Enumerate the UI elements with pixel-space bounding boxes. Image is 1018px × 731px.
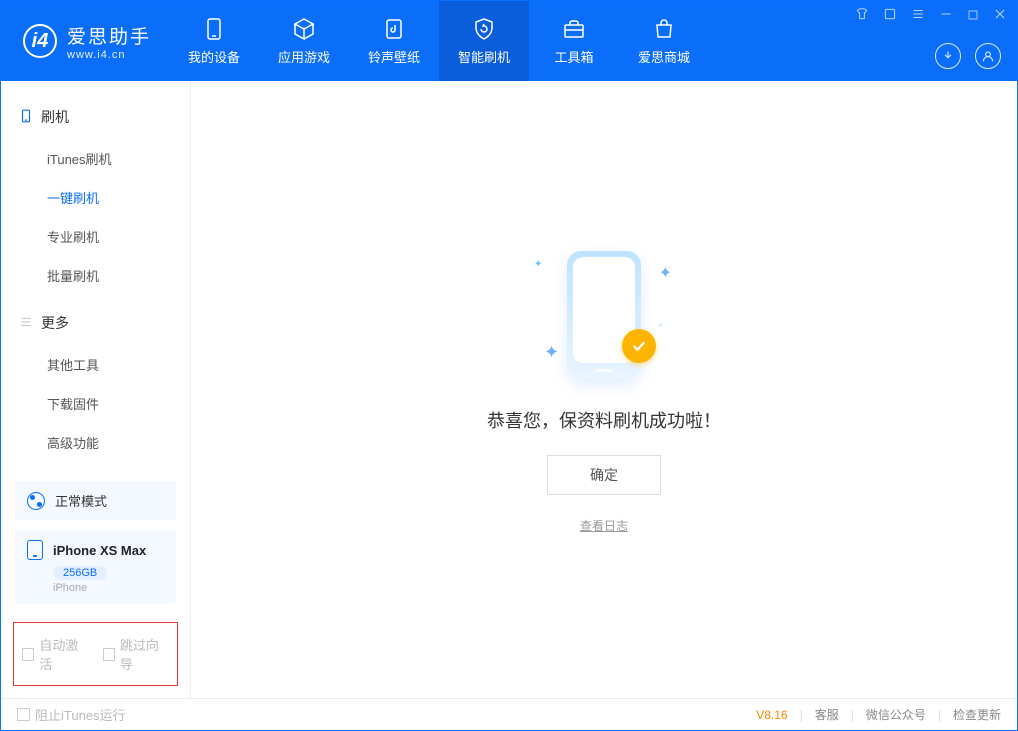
device-type: iPhone xyxy=(53,582,164,594)
music-file-icon xyxy=(382,17,406,41)
sparkle-icon: ✦ xyxy=(534,259,542,270)
version-label: V8.16 xyxy=(756,708,787,722)
close-button[interactable] xyxy=(993,7,1007,24)
update-link[interactable]: 检查更新 xyxy=(953,706,1001,723)
minimize-button[interactable] xyxy=(939,7,953,24)
storage-pill: 256GB xyxy=(53,566,107,580)
app-title: 爱思助手 xyxy=(67,22,151,49)
menu-item-itunes-flash[interactable]: iTunes刷机 xyxy=(1,139,190,178)
bottom-options: 自动激活 跳过向导 xyxy=(13,622,178,686)
sidebar-menu: 刷机 iTunes刷机 一键刷机 专业刷机 批量刷机 更多 其他工具 下载固件 … xyxy=(1,81,190,481)
menu-item-download-firmware[interactable]: 下载固件 xyxy=(1,384,190,423)
toolbox-icon xyxy=(562,17,586,41)
menu-list-flash: iTunes刷机 一键刷机 专业刷机 批量刷机 xyxy=(1,135,190,305)
device-panel: 正常模式 iPhone XS Max 256GB iPhone xyxy=(1,481,190,614)
user-icons xyxy=(935,43,1007,69)
sparkle-icon: ✦ xyxy=(657,321,664,330)
footer: 阻止iTunes运行 V8.16 | 客服 | 微信公众号 | 检查更新 xyxy=(1,698,1017,730)
footer-right: V8.16 | 客服 | 微信公众号 | 检查更新 xyxy=(756,706,1001,723)
body: 刷机 iTunes刷机 一键刷机 专业刷机 批量刷机 更多 其他工具 下载固件 … xyxy=(1,81,1017,698)
logo-icon: i4 xyxy=(23,24,57,58)
mode-card[interactable]: 正常模式 xyxy=(15,481,176,520)
sparkle-icon: ✦ xyxy=(659,263,672,283)
main-content: ✦ ✦ ✦ ✦ 恭喜您，保资料刷机成功啦！ 确定 查看日志 xyxy=(191,81,1017,698)
mode-icon xyxy=(27,492,45,510)
skin-icon[interactable] xyxy=(855,7,869,24)
download-button[interactable] xyxy=(935,43,961,69)
list-icon xyxy=(19,315,33,332)
mode-label: 正常模式 xyxy=(55,491,107,510)
success-illustration: ✦ ✦ ✦ ✦ xyxy=(524,245,684,385)
menu-item-batch-flash[interactable]: 批量刷机 xyxy=(1,256,190,295)
nav-toolbox[interactable]: 工具箱 xyxy=(529,1,619,81)
app-subtitle: www.i4.cn xyxy=(67,49,151,61)
checkbox-auto-activate[interactable]: 自动激活 xyxy=(22,635,89,673)
top-nav: 我的设备 应用游戏 铃声壁纸 智能刷机 工具箱 爱思商城 xyxy=(169,1,709,81)
check-badge-icon xyxy=(622,329,656,363)
menu-header-more: 更多 xyxy=(1,305,190,341)
ok-button[interactable]: 确定 xyxy=(547,455,661,495)
sidebar: 刷机 iTunes刷机 一键刷机 专业刷机 批量刷机 更多 其他工具 下载固件 … xyxy=(1,81,191,698)
menu-icon[interactable] xyxy=(911,7,925,24)
menu-item-pro-flash[interactable]: 专业刷机 xyxy=(1,217,190,256)
nav-apps[interactable]: 应用游戏 xyxy=(259,1,349,81)
support-link[interactable]: 客服 xyxy=(815,706,839,723)
window-controls xyxy=(855,7,1007,24)
menu-list-more: 其他工具 下载固件 高级功能 xyxy=(1,341,190,472)
phone-icon xyxy=(27,540,43,560)
feedback-icon[interactable] xyxy=(883,7,897,24)
nav-my-device[interactable]: 我的设备 xyxy=(169,1,259,81)
menu-header-flash: 刷机 xyxy=(1,99,190,135)
shield-refresh-icon xyxy=(472,17,496,41)
device-name: iPhone XS Max xyxy=(53,543,146,558)
phone-icon xyxy=(202,17,226,41)
app-window: i4 爱思助手 www.i4.cn 我的设备 应用游戏 铃声壁纸 智能刷机 xyxy=(0,0,1018,731)
maximize-button[interactable] xyxy=(967,8,979,24)
checkbox-icon xyxy=(103,648,115,661)
header-right xyxy=(855,1,1007,81)
header: i4 爱思助手 www.i4.cn 我的设备 应用游戏 铃声壁纸 智能刷机 xyxy=(1,1,1017,81)
checkbox-icon xyxy=(22,648,34,661)
nav-store[interactable]: 爱思商城 xyxy=(619,1,709,81)
phone-icon xyxy=(19,108,33,127)
cube-icon xyxy=(292,17,316,41)
success-message: 恭喜您，保资料刷机成功啦！ xyxy=(487,407,721,433)
device-card[interactable]: iPhone XS Max 256GB iPhone xyxy=(15,530,176,604)
menu-item-other-tools[interactable]: 其他工具 xyxy=(1,345,190,384)
account-button[interactable] xyxy=(975,43,1001,69)
checkbox-block-itunes[interactable]: 阻止iTunes运行 xyxy=(17,705,126,724)
sparkle-icon: ✦ xyxy=(544,342,559,363)
menu-item-onekey-flash[interactable]: 一键刷机 xyxy=(1,178,190,217)
nav-ringtone[interactable]: 铃声壁纸 xyxy=(349,1,439,81)
logo: i4 爱思助手 www.i4.cn xyxy=(1,1,169,81)
wechat-link[interactable]: 微信公众号 xyxy=(866,706,926,723)
bag-icon xyxy=(652,17,676,41)
nav-flash[interactable]: 智能刷机 xyxy=(439,1,529,81)
checkbox-skip-guide[interactable]: 跳过向导 xyxy=(103,635,170,673)
menu-item-advanced[interactable]: 高级功能 xyxy=(1,423,190,462)
checkbox-icon xyxy=(17,708,30,721)
view-log-link[interactable]: 查看日志 xyxy=(580,517,628,534)
